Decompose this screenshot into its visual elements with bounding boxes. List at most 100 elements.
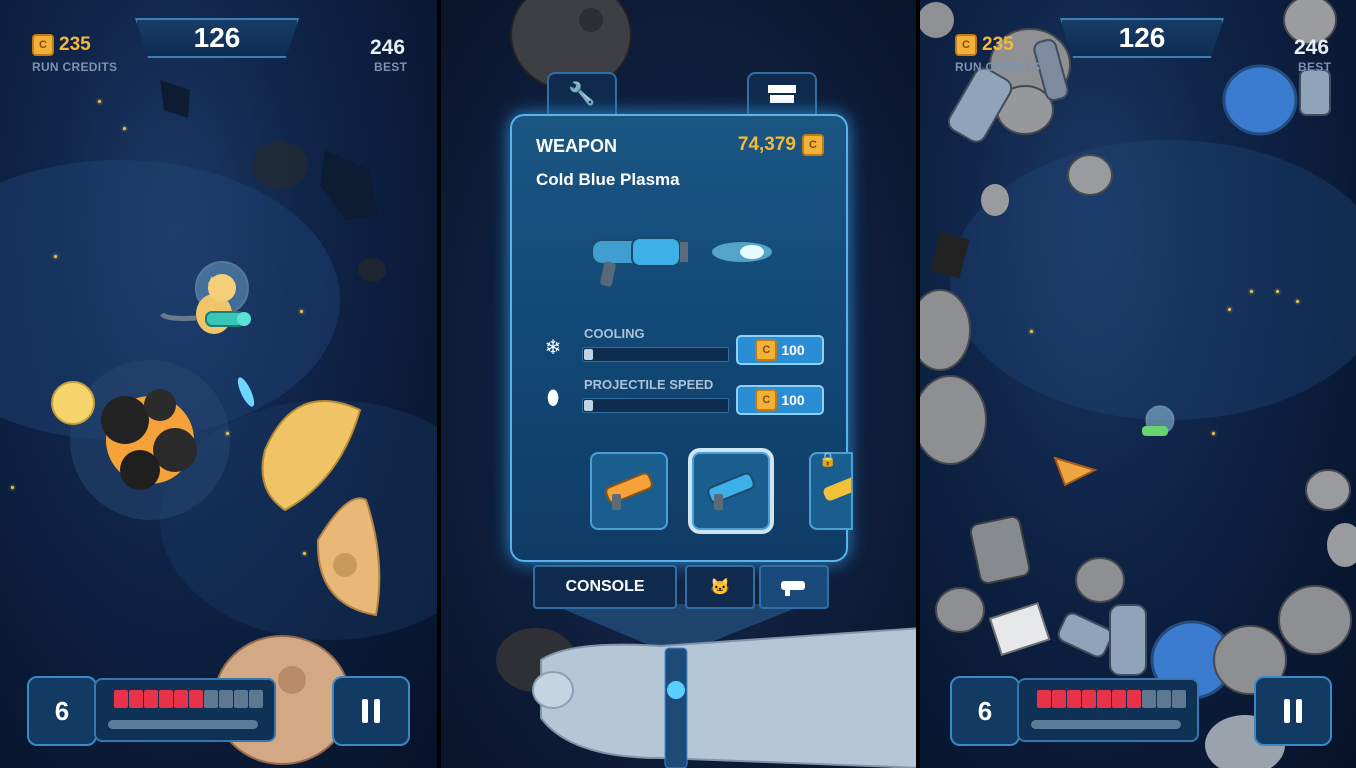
star <box>1212 432 1215 435</box>
plasma-gun-icon <box>591 237 772 287</box>
star <box>98 100 101 103</box>
total-credits-value: 74,379 <box>737 134 796 155</box>
star <box>226 432 229 435</box>
health-bar <box>1017 678 1199 742</box>
run-credits-value: 235 <box>982 34 1014 55</box>
coin-icon: C <box>32 34 54 56</box>
star <box>1250 290 1253 293</box>
gun-icon <box>781 581 805 596</box>
console-screen[interactable]: 🔧 WEAPON 74,379 C Cold Blue Plasma ❄ COO… <box>441 0 916 768</box>
health-segment <box>114 690 128 708</box>
price: 100 <box>781 342 805 358</box>
health-segment <box>189 690 203 708</box>
star <box>300 310 303 313</box>
lock-icon: 🔒 <box>819 452 837 468</box>
snowflake-icon: ❄ <box>544 335 562 359</box>
upgrade-progress-bar <box>582 347 729 362</box>
health-segment <box>144 690 158 708</box>
run-credits-label: RUN CREDITS <box>955 60 1041 74</box>
best-value: 246 <box>1294 36 1330 59</box>
coin-icon: C <box>755 339 778 361</box>
star <box>1296 300 1299 303</box>
weapon-slot-cold-blue-plasma[interactable] <box>692 452 770 530</box>
health-segment <box>129 690 143 708</box>
energy-bar <box>108 720 258 729</box>
space-scene-right <box>920 0 1356 768</box>
health-segment <box>234 690 248 708</box>
tab-cat[interactable]: 🐱 <box>685 565 755 609</box>
best-label: BEST <box>374 60 408 74</box>
star <box>123 127 126 130</box>
tab-upgrades[interactable]: 🔧 <box>547 72 617 116</box>
wrench-icon: 🔧 <box>568 81 596 107</box>
health-segment <box>1157 690 1171 708</box>
upgrade-progress-fill <box>584 400 593 411</box>
star <box>1276 290 1279 293</box>
coin-icon: C <box>802 134 824 156</box>
space-scene-left <box>0 80 437 765</box>
right-game-screen[interactable]: C 235 RUN CREDITS 126 246 BEST 6 <box>920 0 1356 768</box>
score-display: 126 <box>1060 18 1224 58</box>
tab-shop[interactable] <box>747 72 817 116</box>
run-credits-label: RUN CREDITS <box>32 60 118 74</box>
health-segment <box>1172 690 1186 708</box>
plasma-gun-icon <box>707 472 755 510</box>
best-value: 246 <box>370 36 406 59</box>
star <box>303 552 306 555</box>
weapon-slot-orange-blaster[interactable] <box>590 452 668 530</box>
upgrade-label: PROJECTILE SPEED <box>584 377 714 392</box>
health-segment <box>1127 690 1141 708</box>
health-segment <box>1082 690 1096 708</box>
total-credits: 74,379 C <box>738 134 824 156</box>
health-segment <box>219 690 233 708</box>
health-segment <box>1097 690 1111 708</box>
buy-cooling-button[interactable]: C 100 <box>736 335 824 365</box>
best-label: BEST <box>1298 60 1332 74</box>
star <box>1228 308 1231 311</box>
health-segment <box>1067 690 1081 708</box>
run-credits-value: 235 <box>59 34 91 55</box>
upgrade-label: COOLING <box>584 326 645 341</box>
tab-console[interactable]: CONSOLE <box>533 565 677 609</box>
pause-icon <box>374 699 380 723</box>
pause-button[interactable] <box>332 676 410 746</box>
run-credits: C 235 <box>32 34 91 56</box>
upgrade-progress-bar <box>582 398 729 413</box>
health-segment <box>249 690 263 708</box>
orange-blaster-icon <box>605 472 653 510</box>
pause-icon <box>1296 699 1302 723</box>
pause-icon <box>1284 699 1290 723</box>
bullet-icon: ⬮ <box>546 385 560 409</box>
energy-bar <box>1031 720 1181 729</box>
weapon-console-panel: WEAPON 74,379 C Cold Blue Plasma ❄ COOLI… <box>510 114 863 562</box>
star <box>11 486 14 489</box>
health-segment <box>159 690 173 708</box>
category-title: WEAPON <box>536 136 617 156</box>
lives-counter: 6 <box>27 676 97 746</box>
upgrade-progress-fill <box>584 349 593 360</box>
weapon-name: Cold Blue Plasma <box>536 170 680 189</box>
buy-projectile-speed-button[interactable]: C 100 <box>736 385 824 415</box>
left-game-screen[interactable]: C 235 RUN CREDITS 126 246 BEST 6 <box>0 0 437 768</box>
lives-counter: 6 <box>950 676 1020 746</box>
health-segment <box>1052 690 1066 708</box>
coin-icon: C <box>955 34 977 56</box>
star <box>54 255 57 258</box>
score-display: 126 <box>135 18 299 58</box>
run-credits: C 235 <box>955 34 1014 56</box>
health-segment <box>1142 690 1156 708</box>
health-segment <box>1037 690 1051 708</box>
tab-weapon[interactable] <box>759 565 829 609</box>
health-segment <box>204 690 218 708</box>
health-segment <box>174 690 188 708</box>
health-bar <box>94 678 276 742</box>
weapon-slot-locked[interactable]: 🔒 <box>809 452 863 530</box>
price: 100 <box>781 392 805 408</box>
health-segment <box>1112 690 1126 708</box>
cat-icon: 🐱 <box>710 579 730 596</box>
pause-button[interactable] <box>1254 676 1332 746</box>
coin-icon: C <box>755 389 778 411</box>
shop-icon <box>768 85 796 103</box>
star <box>1030 330 1033 333</box>
pause-icon <box>362 699 368 723</box>
